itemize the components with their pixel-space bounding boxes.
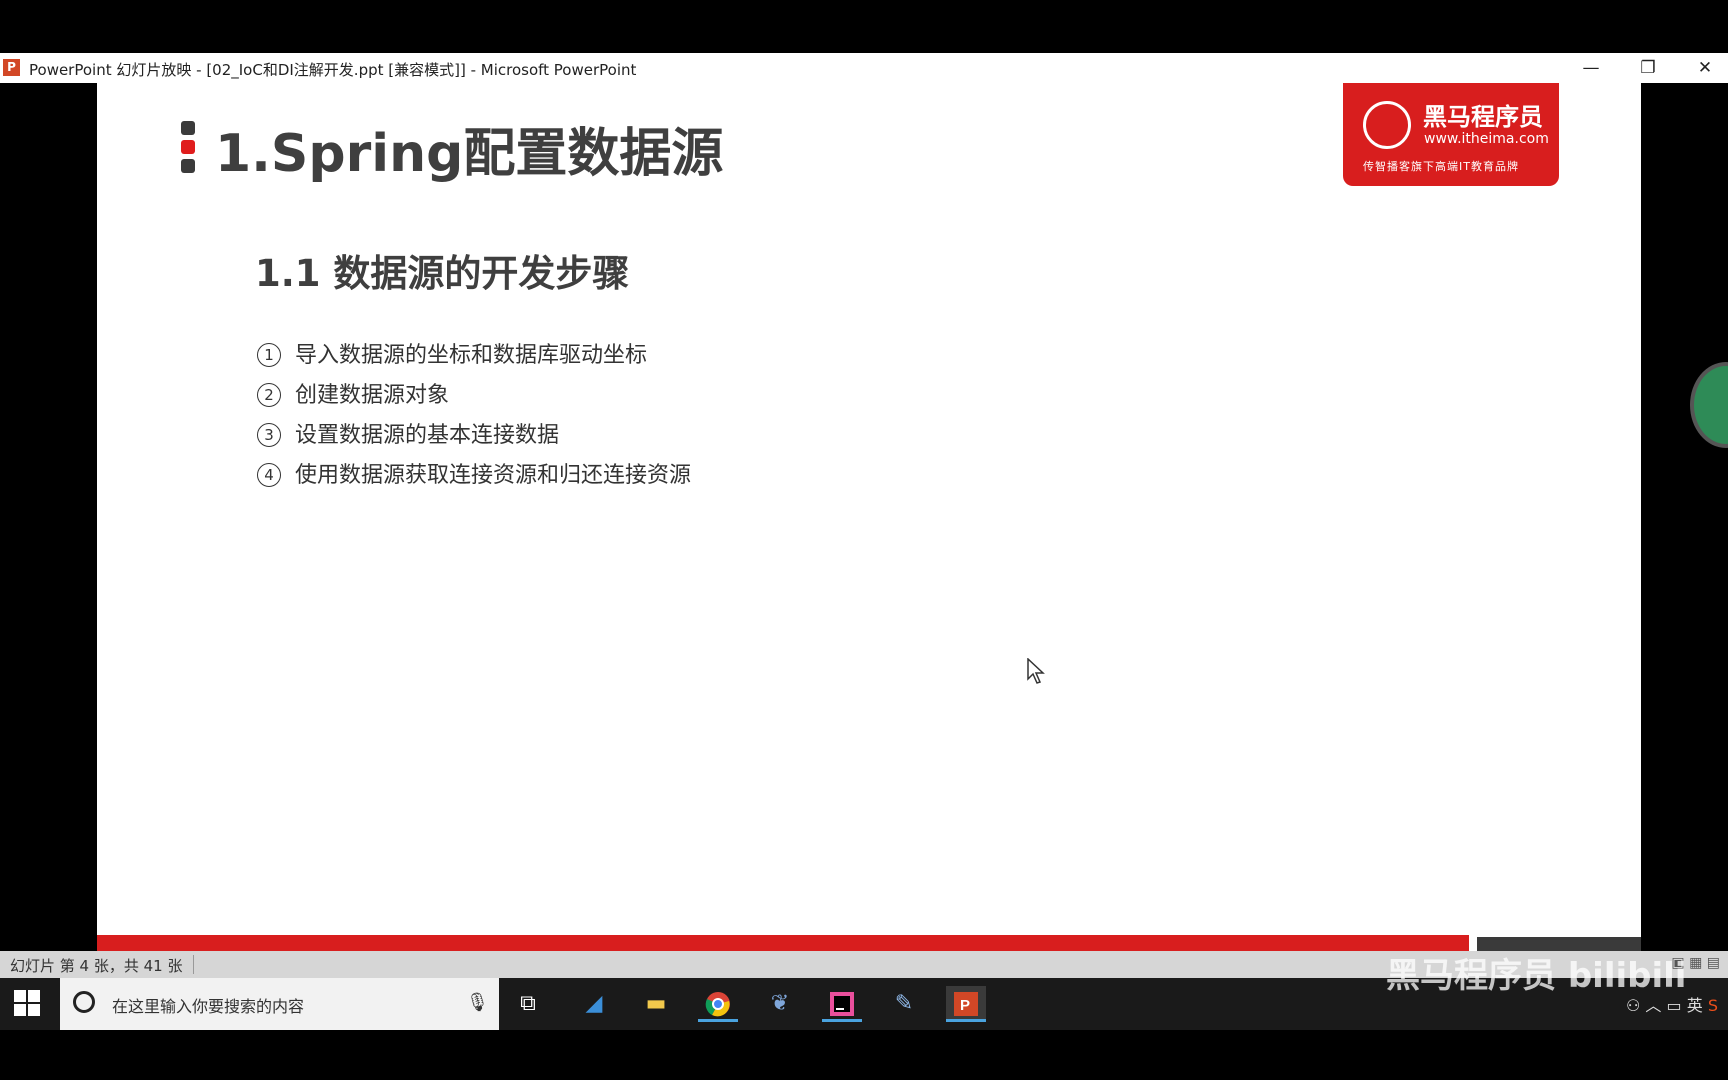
- step-text: 设置数据源的基本连接数据: [295, 423, 560, 448]
- itheima-logo: 黑马程序员 www.itheima.com 传智播客旗下高端IT教育品牌: [1343, 83, 1559, 186]
- input-app-icon[interactable]: S: [1708, 996, 1718, 1015]
- search-placeholder[interactable]: 在这里输入你要搜索的内容: [112, 993, 304, 1017]
- reading-view-icon[interactable]: ▤: [1707, 955, 1720, 971]
- step-number: 2: [257, 383, 281, 407]
- chrome-icon[interactable]: [698, 986, 738, 1022]
- app-blue-icon[interactable]: ◢: [574, 986, 614, 1022]
- step-item: 3 设置数据源的基本连接数据: [257, 417, 559, 449]
- window-title-bar: P PowerPoint 幻灯片放映 - [02_IoC和DI注解开发.ppt …: [0, 53, 1728, 83]
- status-separator: [193, 955, 194, 974]
- step-number: 3: [257, 423, 281, 447]
- tray-chevron-icon[interactable]: ︿: [1645, 996, 1661, 1015]
- title-marker-icon: [181, 121, 195, 174]
- powerpoint-app-icon[interactable]: P: [3, 59, 20, 76]
- mouse-cursor-icon: [1027, 658, 1045, 684]
- file-explorer-icon[interactable]: ▬: [636, 986, 676, 1022]
- intellij-idea-icon[interactable]: [822, 986, 862, 1022]
- svg-text:P: P: [960, 997, 970, 1014]
- restore-button[interactable]: ❐: [1621, 53, 1675, 83]
- paint-app-icon[interactable]: ✎: [884, 986, 924, 1022]
- step-text: 使用数据源获取连接资源和归还连接资源: [295, 463, 692, 488]
- taskbar-search-box[interactable]: 在这里输入你要搜索的内容 🎙: [60, 978, 499, 1030]
- ime-indicator[interactable]: 英: [1687, 996, 1703, 1015]
- slide-counter: 幻灯片 第 4 张，共 41 张: [10, 957, 183, 975]
- close-button[interactable]: ✕: [1678, 53, 1728, 83]
- footer-red-bar: [97, 935, 1469, 951]
- step-text: 创建数据源对象: [295, 383, 450, 408]
- window-title: PowerPoint 幻灯片放映 - [02_IoC和DI注解开发.ppt [兼…: [29, 61, 637, 79]
- windows-start-icon[interactable]: [14, 990, 42, 1018]
- network-icon[interactable]: ▭: [1667, 996, 1682, 1015]
- logo-slogan: 传智播客旗下高端IT教育品牌: [1363, 160, 1519, 173]
- step-number: 4: [257, 463, 281, 487]
- step-item: 2 创建数据源对象: [257, 377, 449, 409]
- cortana-icon[interactable]: [73, 991, 95, 1013]
- logo-name: 黑马程序员: [1423, 103, 1543, 131]
- step-item: 1 导入数据源的坐标和数据库驱动坐标: [257, 337, 647, 369]
- slide-subtitle: 1.1 数据源的开发步骤: [255, 252, 630, 295]
- dolphin-app-icon[interactable]: ❦: [760, 986, 800, 1022]
- horse-logo-icon: [1363, 101, 1411, 149]
- step-number: 1: [257, 343, 281, 367]
- slide-canvas[interactable]: 1.Spring配置数据源 1.1 数据源的开发步骤 1 导入数据源的坐标和数据库…: [97, 83, 1641, 951]
- step-item: 4 使用数据源获取连接资源和归还连接资源: [257, 457, 691, 489]
- step-text: 导入数据源的坐标和数据库驱动坐标: [295, 343, 648, 368]
- microphone-icon[interactable]: 🎙: [466, 992, 489, 1013]
- minimize-button[interactable]: —: [1564, 53, 1618, 83]
- powerpoint-taskbar-icon[interactable]: P: [946, 986, 986, 1022]
- people-icon[interactable]: ⚇: [1626, 996, 1640, 1015]
- task-view-icon[interactable]: ⧉: [508, 986, 548, 1022]
- bilibili-watermark: 黑马程序员 bilibili: [1386, 956, 1687, 996]
- logo-url: www.itheima.com: [1424, 131, 1549, 147]
- slide-title: 1.Spring配置数据源: [215, 124, 724, 184]
- floating-chat-widget-icon[interactable]: [1690, 362, 1728, 448]
- sorter-view-icon[interactable]: ▦: [1689, 955, 1702, 971]
